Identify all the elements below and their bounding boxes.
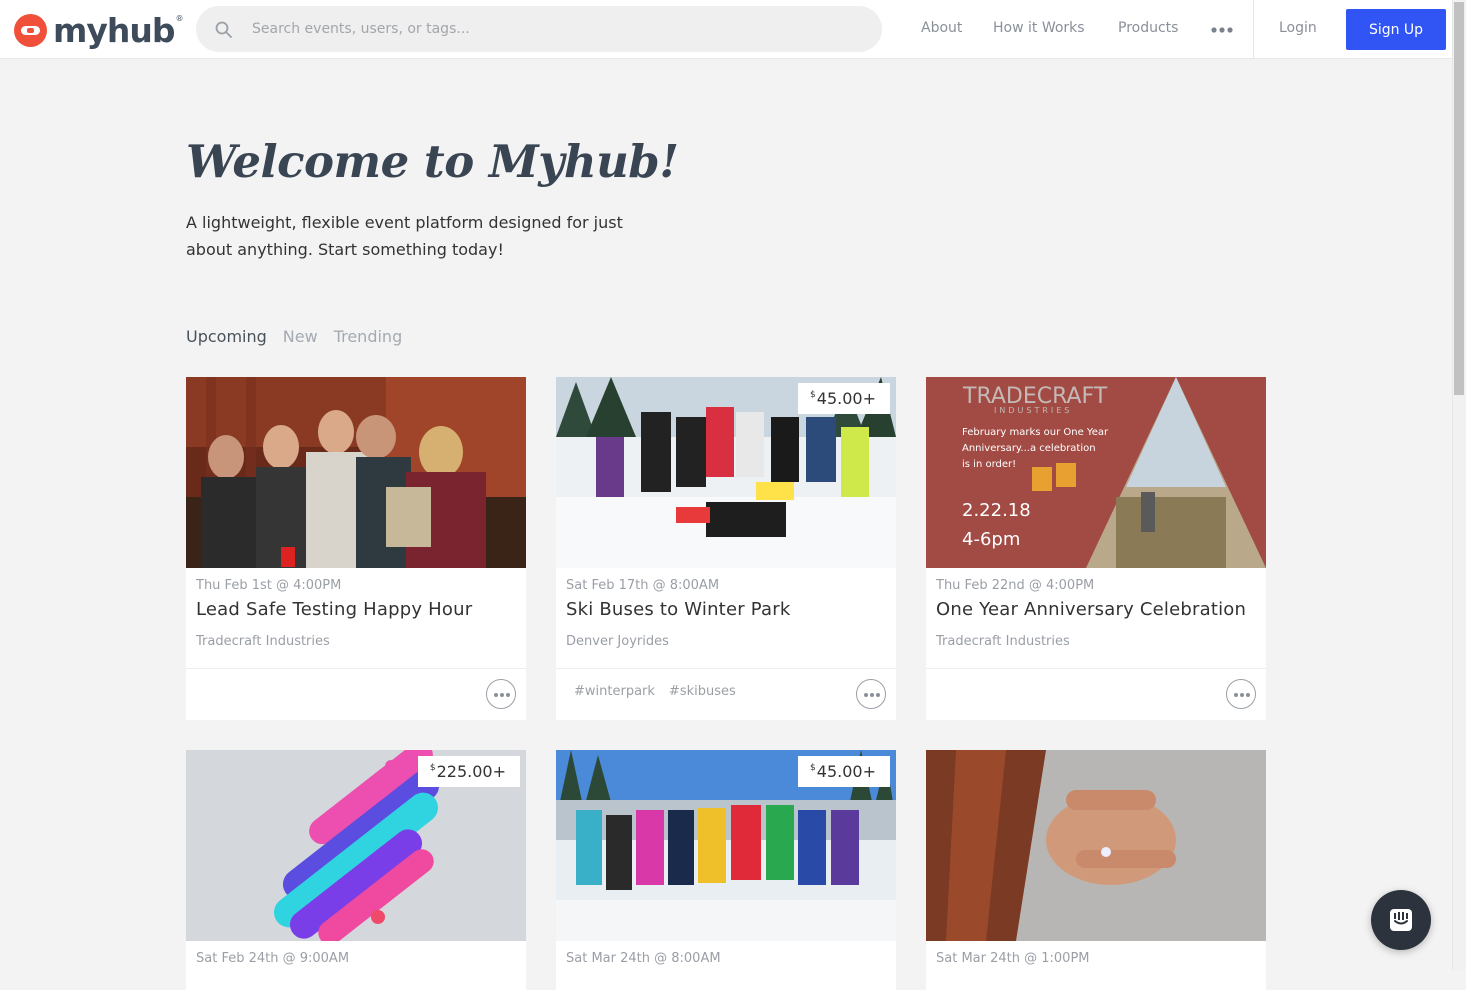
event-date: Thu Feb 22nd @ 4:00PM bbox=[936, 578, 1095, 593]
card-more-options-button[interactable] bbox=[856, 679, 886, 709]
event-image-ring-hand[interactable] bbox=[926, 750, 1266, 941]
nav-products-link[interactable]: Products bbox=[1118, 20, 1178, 36]
hero-subtitle: A lightweight, flexible event platform d… bbox=[186, 213, 623, 259]
event-card[interactable]: Thu Feb 1st @ 4:00PM Lead Safe Testing H… bbox=[186, 377, 526, 720]
logo-registered-mark: ® bbox=[175, 13, 184, 23]
tab-trending[interactable]: Trending bbox=[334, 327, 403, 346]
price-amount: 225.00+ bbox=[436, 762, 506, 781]
card-more-options-button[interactable] bbox=[1226, 679, 1256, 709]
card-more-options-button[interactable] bbox=[486, 679, 516, 709]
event-card[interactable]: $ 45.00+ Sat Mar 24th @ 8:00AM bbox=[556, 750, 896, 990]
nav-how-it-works-link[interactable]: How it Works bbox=[993, 20, 1085, 36]
event-card[interactable]: $ 225.00+ Sat Feb 24th @ 9:00AM bbox=[186, 750, 526, 990]
tag-link[interactable]: #winterpark bbox=[574, 684, 655, 699]
event-filter-tabs: Upcoming New Trending bbox=[186, 327, 418, 346]
price-badge: $ 45.00+ bbox=[798, 383, 890, 414]
myhub-logo[interactable]: myhub ® bbox=[14, 10, 184, 50]
nav-divider bbox=[1253, 0, 1254, 59]
chat-icon bbox=[1390, 909, 1412, 931]
price-currency: $ bbox=[810, 762, 816, 773]
flyer-brand-sub: INDUSTRIES bbox=[994, 406, 1072, 415]
logo-text: myhub bbox=[53, 10, 176, 50]
card-divider bbox=[556, 668, 896, 669]
event-title[interactable]: Ski Buses to Winter Park bbox=[566, 599, 886, 620]
search-icon bbox=[215, 21, 232, 38]
event-date: Sat Mar 24th @ 8:00AM bbox=[566, 951, 721, 966]
nav-about-link[interactable]: About bbox=[921, 20, 962, 36]
card-divider bbox=[186, 668, 526, 669]
ellipsis-icon[interactable] bbox=[1210, 22, 1234, 38]
event-date: Sat Feb 24th @ 9:00AM bbox=[196, 951, 350, 966]
search-bar[interactable] bbox=[196, 6, 882, 52]
flyer-date: 2.22.18 bbox=[962, 500, 1031, 521]
price-currency: $ bbox=[810, 389, 816, 400]
event-title[interactable]: Lead Safe Testing Happy Hour bbox=[196, 599, 516, 620]
price-amount: 45.00+ bbox=[816, 389, 876, 408]
card-divider bbox=[926, 668, 1266, 669]
event-date: Sat Mar 24th @ 1:00PM bbox=[936, 951, 1090, 966]
hero-title: Welcome to Myhub! bbox=[186, 135, 679, 188]
event-organizer[interactable]: Tradecraft Industries bbox=[196, 634, 330, 649]
event-date: Thu Feb 1st @ 4:00PM bbox=[196, 578, 342, 593]
ellipsis-icon bbox=[864, 693, 880, 697]
search-input[interactable] bbox=[252, 6, 852, 52]
sign-up-button[interactable]: Sign Up bbox=[1346, 9, 1446, 50]
tab-new[interactable]: New bbox=[283, 327, 318, 346]
price-badge: $ 225.00+ bbox=[417, 756, 520, 787]
tab-upcoming[interactable]: Upcoming bbox=[186, 327, 267, 346]
login-link[interactable]: Login bbox=[1279, 20, 1317, 36]
tag-link[interactable]: #skibuses bbox=[669, 684, 736, 699]
event-title[interactable]: One Year Anniversary Celebration bbox=[936, 599, 1256, 620]
event-card[interactable]: Sat Mar 24th @ 1:00PM bbox=[926, 750, 1266, 990]
flyer-time: 4-6pm bbox=[962, 529, 1020, 550]
chat-launcher-button[interactable] bbox=[1371, 890, 1431, 950]
price-amount: 45.00+ bbox=[816, 762, 876, 781]
event-image-anniversary-flyer[interactable]: TRADECRAFT INDUSTRIES February marks our… bbox=[926, 377, 1266, 568]
ellipsis-icon bbox=[1234, 693, 1250, 697]
event-image-happy-hour[interactable] bbox=[186, 377, 526, 568]
event-organizer[interactable]: Tradecraft Industries bbox=[936, 634, 1070, 649]
price-badge: $ 45.00+ bbox=[798, 756, 890, 787]
top-nav-bar: myhub ® About How it Works Products Logi… bbox=[0, 0, 1452, 59]
event-card[interactable]: TRADECRAFT INDUSTRIES February marks our… bbox=[926, 377, 1266, 720]
event-card[interactable]: $ 45.00+ Sat Feb 17th @ 8:00AM Ski Buses… bbox=[556, 377, 896, 720]
ellipsis-icon bbox=[494, 693, 510, 697]
price-currency: $ bbox=[429, 762, 436, 773]
logo-mark-icon bbox=[14, 13, 47, 47]
scrollbar-thumb[interactable] bbox=[1454, 2, 1464, 395]
event-date: Sat Feb 17th @ 8:00AM bbox=[566, 578, 720, 593]
event-organizer[interactable]: Denver Joyrides bbox=[566, 634, 669, 649]
event-tags: #winterpark #skibuses bbox=[574, 684, 750, 699]
